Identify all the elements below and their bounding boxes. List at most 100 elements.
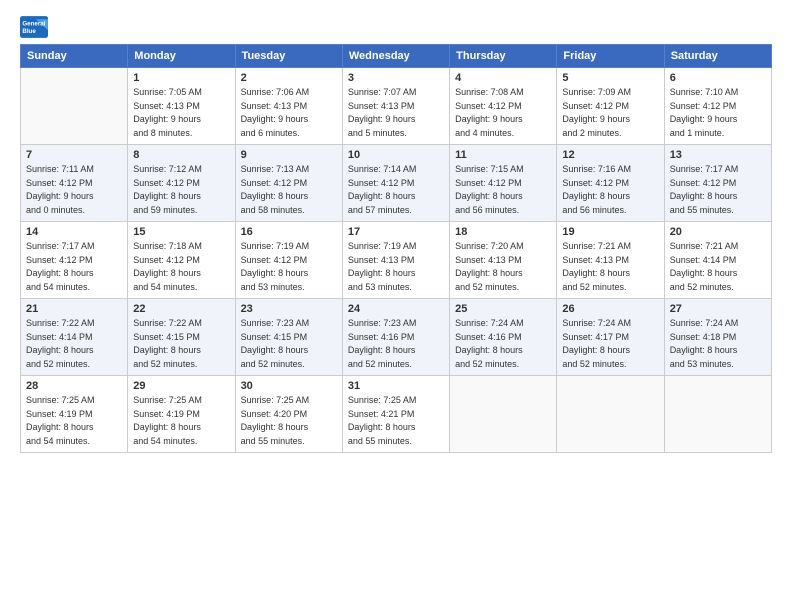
day-number: 2 <box>241 72 337 84</box>
logo: General Blue <box>20 16 48 38</box>
calendar-cell: 10 Sunrise: 7:14 AMSunset: 4:12 PMDayligh… <box>342 145 449 222</box>
day-info: Sunrise: 7:20 AMSunset: 4:13 PMDaylight:… <box>455 240 551 294</box>
day-header-monday: Monday <box>128 45 235 68</box>
day-number: 1 <box>133 72 229 84</box>
day-info: Sunrise: 7:05 AMSunset: 4:13 PMDaylight:… <box>133 86 229 140</box>
calendar-cell <box>21 68 128 145</box>
day-number: 14 <box>26 226 122 238</box>
day-number: 6 <box>670 72 766 84</box>
calendar-cell: 4 Sunrise: 7:08 AMSunset: 4:12 PMDaylight… <box>450 68 557 145</box>
day-header-sunday: Sunday <box>21 45 128 68</box>
calendar-cell: 26 Sunrise: 7:24 AMSunset: 4:17 PMDayligh… <box>557 299 664 376</box>
calendar-cell: 1 Sunrise: 7:05 AMSunset: 4:13 PMDaylight… <box>128 68 235 145</box>
day-info: Sunrise: 7:16 AMSunset: 4:12 PMDaylight:… <box>562 163 658 217</box>
calendar-cell: 22 Sunrise: 7:22 AMSunset: 4:15 PMDayligh… <box>128 299 235 376</box>
calendar-cell: 31 Sunrise: 7:25 AMSunset: 4:21 PMDayligh… <box>342 376 449 453</box>
calendar-cell: 2Sunrise: 7:06 AMSunset: 4:13 PMDaylight… <box>235 68 342 145</box>
day-info: Sunrise: 7:13 AMSunset: 4:12 PMDaylight:… <box>241 163 337 217</box>
day-header-thursday: Thursday <box>450 45 557 68</box>
calendar-cell: 8 Sunrise: 7:12 AMSunset: 4:12 PMDaylight… <box>128 145 235 222</box>
day-info: Sunrise: 7:09 AMSunset: 4:12 PMDaylight:… <box>562 86 658 140</box>
calendar-cell: 5 Sunrise: 7:09 AMSunset: 4:12 PMDaylight… <box>557 68 664 145</box>
day-info: Sunrise: 7:25 AMSunset: 4:19 PMDaylight:… <box>133 394 229 448</box>
day-info: Sunrise: 7:24 AMSunset: 4:17 PMDaylight:… <box>562 317 658 371</box>
day-number: 28 <box>26 380 122 392</box>
calendar-cell: 23Sunrise: 7:23 AMSunset: 4:15 PMDayligh… <box>235 299 342 376</box>
day-number: 7 <box>26 149 122 161</box>
day-number: 22 <box>133 303 229 315</box>
calendar-cell <box>450 376 557 453</box>
calendar-cell: 11 Sunrise: 7:15 AMSunset: 4:12 PMDayligh… <box>450 145 557 222</box>
calendar-cell: 19 Sunrise: 7:21 AMSunset: 4:13 PMDayligh… <box>557 222 664 299</box>
calendar-cell <box>557 376 664 453</box>
calendar-cell: 29 Sunrise: 7:25 AMSunset: 4:19 PMDayligh… <box>128 376 235 453</box>
calendar-cell: 15 Sunrise: 7:18 AMSunset: 4:12 PMDayligh… <box>128 222 235 299</box>
calendar-header-row: SundayMondayTuesdayWednesdayThursdayFrid… <box>21 45 772 68</box>
day-number: 21 <box>26 303 122 315</box>
day-number: 4 <box>455 72 551 84</box>
day-number: 31 <box>348 380 444 392</box>
day-number: 26 <box>562 303 658 315</box>
week-row-0: 1 Sunrise: 7:05 AMSunset: 4:13 PMDaylight… <box>21 68 772 145</box>
day-number: 11 <box>455 149 551 161</box>
day-info: Sunrise: 7:08 AMSunset: 4:12 PMDaylight:… <box>455 86 551 140</box>
svg-text:General: General <box>22 20 45 27</box>
calendar-cell: 27 Sunrise: 7:24 AMSunset: 4:18 PMDayligh… <box>664 299 771 376</box>
calendar-cell: 13 Sunrise: 7:17 AMSunset: 4:12 PMDayligh… <box>664 145 771 222</box>
week-row-4: 28 Sunrise: 7:25 AMSunset: 4:19 PMDayligh… <box>21 376 772 453</box>
day-info: Sunrise: 7:21 AMSunset: 4:14 PMDaylight:… <box>670 240 766 294</box>
day-header-friday: Friday <box>557 45 664 68</box>
day-number: 15 <box>133 226 229 238</box>
day-number: 24 <box>348 303 444 315</box>
day-info: Sunrise: 7:22 AMSunset: 4:15 PMDaylight:… <box>133 317 229 371</box>
day-number: 10 <box>348 149 444 161</box>
week-row-3: 21 Sunrise: 7:22 AMSunset: 4:14 PMDayligh… <box>21 299 772 376</box>
calendar-cell: 28 Sunrise: 7:25 AMSunset: 4:19 PMDayligh… <box>21 376 128 453</box>
day-header-wednesday: Wednesday <box>342 45 449 68</box>
svg-text:Blue: Blue <box>22 28 36 35</box>
day-info: Sunrise: 7:25 AMSunset: 4:19 PMDaylight:… <box>26 394 122 448</box>
day-info: Sunrise: 7:17 AMSunset: 4:12 PMDaylight:… <box>26 240 122 294</box>
calendar-cell: 25Sunrise: 7:24 AMSunset: 4:16 PMDayligh… <box>450 299 557 376</box>
day-info: Sunrise: 7:12 AMSunset: 4:12 PMDaylight:… <box>133 163 229 217</box>
week-row-1: 7 Sunrise: 7:11 AMSunset: 4:12 PMDaylight… <box>21 145 772 222</box>
day-number: 29 <box>133 380 229 392</box>
day-info: Sunrise: 7:15 AMSunset: 4:12 PMDaylight:… <box>455 163 551 217</box>
calendar: SundayMondayTuesdayWednesdayThursdayFrid… <box>20 44 772 453</box>
calendar-cell <box>664 376 771 453</box>
day-info: Sunrise: 7:18 AMSunset: 4:12 PMDaylight:… <box>133 240 229 294</box>
calendar-cell: 24Sunrise: 7:23 AMSunset: 4:16 PMDayligh… <box>342 299 449 376</box>
day-number: 13 <box>670 149 766 161</box>
day-info: Sunrise: 7:17 AMSunset: 4:12 PMDaylight:… <box>670 163 766 217</box>
day-header-saturday: Saturday <box>664 45 771 68</box>
calendar-cell: 9Sunrise: 7:13 AMSunset: 4:12 PMDaylight… <box>235 145 342 222</box>
day-number: 5 <box>562 72 658 84</box>
day-info: Sunrise: 7:25 AMSunset: 4:21 PMDaylight:… <box>348 394 444 448</box>
day-number: 18 <box>455 226 551 238</box>
calendar-cell: 17 Sunrise: 7:19 AMSunset: 4:13 PMDayligh… <box>342 222 449 299</box>
day-header-tuesday: Tuesday <box>235 45 342 68</box>
day-info: Sunrise: 7:22 AMSunset: 4:14 PMDaylight:… <box>26 317 122 371</box>
day-info: Sunrise: 7:25 AMSunset: 4:20 PMDaylight:… <box>241 394 337 448</box>
day-number: 8 <box>133 149 229 161</box>
day-number: 17 <box>348 226 444 238</box>
calendar-cell: 18 Sunrise: 7:20 AMSunset: 4:13 PMDayligh… <box>450 222 557 299</box>
day-info: Sunrise: 7:07 AMSunset: 4:13 PMDaylight:… <box>348 86 444 140</box>
calendar-cell: 21 Sunrise: 7:22 AMSunset: 4:14 PMDayligh… <box>21 299 128 376</box>
day-number: 12 <box>562 149 658 161</box>
day-number: 16 <box>241 226 337 238</box>
calendar-cell: 30Sunrise: 7:25 AMSunset: 4:20 PMDayligh… <box>235 376 342 453</box>
calendar-cell: 12 Sunrise: 7:16 AMSunset: 4:12 PMDayligh… <box>557 145 664 222</box>
week-row-2: 14 Sunrise: 7:17 AMSunset: 4:12 PMDayligh… <box>21 222 772 299</box>
day-number: 27 <box>670 303 766 315</box>
day-info: Sunrise: 7:21 AMSunset: 4:13 PMDaylight:… <box>562 240 658 294</box>
day-info: Sunrise: 7:24 AMSunset: 4:18 PMDaylight:… <box>670 317 766 371</box>
day-number: 20 <box>670 226 766 238</box>
day-info: Sunrise: 7:14 AMSunset: 4:12 PMDaylight:… <box>348 163 444 217</box>
logo-icon: General Blue <box>20 16 48 38</box>
day-info: Sunrise: 7:19 AMSunset: 4:13 PMDaylight:… <box>348 240 444 294</box>
calendar-cell: 14 Sunrise: 7:17 AMSunset: 4:12 PMDayligh… <box>21 222 128 299</box>
day-info: Sunrise: 7:11 AMSunset: 4:12 PMDaylight:… <box>26 163 122 217</box>
calendar-cell: 20 Sunrise: 7:21 AMSunset: 4:14 PMDayligh… <box>664 222 771 299</box>
day-number: 19 <box>562 226 658 238</box>
